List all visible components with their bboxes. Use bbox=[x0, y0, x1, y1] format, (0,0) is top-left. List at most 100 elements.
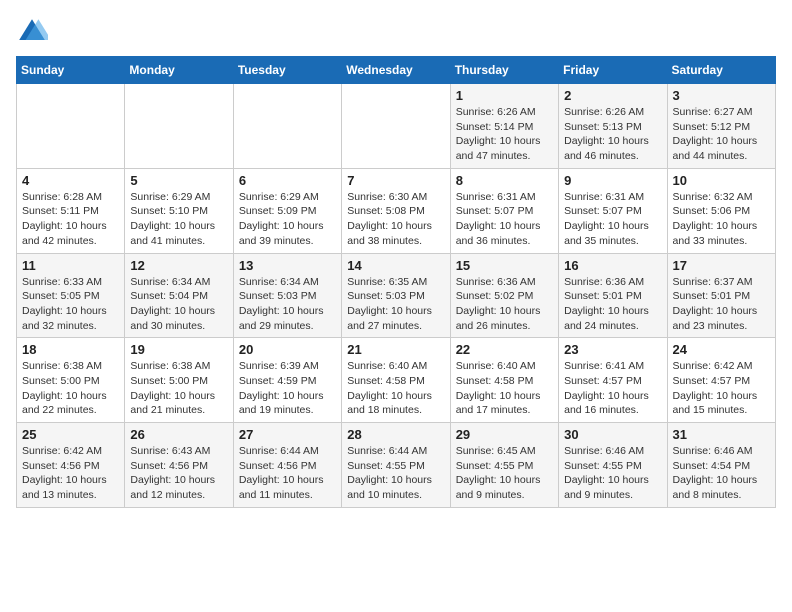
day-info: Sunrise: 6:29 AM Sunset: 5:10 PM Dayligh… bbox=[130, 190, 227, 249]
day-number: 3 bbox=[673, 88, 770, 103]
calendar-cell: 25 Sunrise: 6:42 AM Sunset: 4:56 PM Dayli… bbox=[17, 423, 125, 508]
day-info: Sunrise: 6:42 AM Sunset: 4:56 PM Dayligh… bbox=[22, 444, 119, 503]
day-info: Sunrise: 6:40 AM Sunset: 4:58 PM Dayligh… bbox=[347, 359, 444, 418]
day-info: Sunrise: 6:40 AM Sunset: 4:58 PM Dayligh… bbox=[456, 359, 553, 418]
day-info: Sunrise: 6:46 AM Sunset: 4:54 PM Dayligh… bbox=[673, 444, 770, 503]
day-info: Sunrise: 6:37 AM Sunset: 5:01 PM Dayligh… bbox=[673, 275, 770, 334]
day-number: 9 bbox=[564, 173, 661, 188]
day-info: Sunrise: 6:31 AM Sunset: 5:07 PM Dayligh… bbox=[564, 190, 661, 249]
day-number: 19 bbox=[130, 342, 227, 357]
day-info: Sunrise: 6:26 AM Sunset: 5:14 PM Dayligh… bbox=[456, 105, 553, 164]
day-info: Sunrise: 6:30 AM Sunset: 5:08 PM Dayligh… bbox=[347, 190, 444, 249]
day-number: 22 bbox=[456, 342, 553, 357]
day-info: Sunrise: 6:39 AM Sunset: 4:59 PM Dayligh… bbox=[239, 359, 336, 418]
day-info: Sunrise: 6:35 AM Sunset: 5:03 PM Dayligh… bbox=[347, 275, 444, 334]
day-number: 27 bbox=[239, 427, 336, 442]
calendar-cell: 17 Sunrise: 6:37 AM Sunset: 5:01 PM Dayli… bbox=[667, 253, 775, 338]
day-info: Sunrise: 6:26 AM Sunset: 5:13 PM Dayligh… bbox=[564, 105, 661, 164]
calendar-cell: 28 Sunrise: 6:44 AM Sunset: 4:55 PM Dayli… bbox=[342, 423, 450, 508]
calendar-cell: 27 Sunrise: 6:44 AM Sunset: 4:56 PM Dayli… bbox=[233, 423, 341, 508]
calendar-cell: 1 Sunrise: 6:26 AM Sunset: 5:14 PM Daylig… bbox=[450, 84, 558, 169]
day-info: Sunrise: 6:33 AM Sunset: 5:05 PM Dayligh… bbox=[22, 275, 119, 334]
weekday-header-friday: Friday bbox=[559, 57, 667, 84]
calendar-cell: 22 Sunrise: 6:40 AM Sunset: 4:58 PM Dayli… bbox=[450, 338, 558, 423]
calendar-cell bbox=[125, 84, 233, 169]
weekday-header-monday: Monday bbox=[125, 57, 233, 84]
calendar-cell bbox=[233, 84, 341, 169]
calendar-cell: 29 Sunrise: 6:45 AM Sunset: 4:55 PM Dayli… bbox=[450, 423, 558, 508]
day-info: Sunrise: 6:44 AM Sunset: 4:56 PM Dayligh… bbox=[239, 444, 336, 503]
day-number: 15 bbox=[456, 258, 553, 273]
calendar-cell: 6 Sunrise: 6:29 AM Sunset: 5:09 PM Daylig… bbox=[233, 168, 341, 253]
day-number: 25 bbox=[22, 427, 119, 442]
day-number: 28 bbox=[347, 427, 444, 442]
day-info: Sunrise: 6:38 AM Sunset: 5:00 PM Dayligh… bbox=[130, 359, 227, 418]
day-number: 8 bbox=[456, 173, 553, 188]
day-info: Sunrise: 6:29 AM Sunset: 5:09 PM Dayligh… bbox=[239, 190, 336, 249]
weekday-header-saturday: Saturday bbox=[667, 57, 775, 84]
day-number: 29 bbox=[456, 427, 553, 442]
day-number: 7 bbox=[347, 173, 444, 188]
calendar-cell: 8 Sunrise: 6:31 AM Sunset: 5:07 PM Daylig… bbox=[450, 168, 558, 253]
day-number: 2 bbox=[564, 88, 661, 103]
day-info: Sunrise: 6:27 AM Sunset: 5:12 PM Dayligh… bbox=[673, 105, 770, 164]
day-info: Sunrise: 6:34 AM Sunset: 5:03 PM Dayligh… bbox=[239, 275, 336, 334]
day-info: Sunrise: 6:28 AM Sunset: 5:11 PM Dayligh… bbox=[22, 190, 119, 249]
day-number: 12 bbox=[130, 258, 227, 273]
page-header bbox=[16, 16, 776, 48]
calendar-cell: 5 Sunrise: 6:29 AM Sunset: 5:10 PM Daylig… bbox=[125, 168, 233, 253]
day-number: 1 bbox=[456, 88, 553, 103]
day-number: 11 bbox=[22, 258, 119, 273]
calendar-cell: 26Sunrise: 6:43 AM Sunset: 4:56 PM Dayli… bbox=[125, 423, 233, 508]
calendar-cell: 9 Sunrise: 6:31 AM Sunset: 5:07 PM Daylig… bbox=[559, 168, 667, 253]
weekday-header-tuesday: Tuesday bbox=[233, 57, 341, 84]
day-info: Sunrise: 6:45 AM Sunset: 4:55 PM Dayligh… bbox=[456, 444, 553, 503]
day-info: Sunrise: 6:36 AM Sunset: 5:02 PM Dayligh… bbox=[456, 275, 553, 334]
calendar-cell: 10 Sunrise: 6:32 AM Sunset: 5:06 PM Dayli… bbox=[667, 168, 775, 253]
day-number: 21 bbox=[347, 342, 444, 357]
calendar-cell: 12 Sunrise: 6:34 AM Sunset: 5:04 PM Dayli… bbox=[125, 253, 233, 338]
calendar-cell: 14 Sunrise: 6:35 AM Sunset: 5:03 PM Dayli… bbox=[342, 253, 450, 338]
day-number: 14 bbox=[347, 258, 444, 273]
calendar-cell: 24 Sunrise: 6:42 AM Sunset: 4:57 PM Dayli… bbox=[667, 338, 775, 423]
day-number: 13 bbox=[239, 258, 336, 273]
day-number: 17 bbox=[673, 258, 770, 273]
weekday-header-sunday: Sunday bbox=[17, 57, 125, 84]
logo bbox=[16, 16, 54, 48]
day-number: 10 bbox=[673, 173, 770, 188]
day-number: 18 bbox=[22, 342, 119, 357]
calendar-cell: 2 Sunrise: 6:26 AM Sunset: 5:13 PM Daylig… bbox=[559, 84, 667, 169]
calendar-cell: 13 Sunrise: 6:34 AM Sunset: 5:03 PM Dayli… bbox=[233, 253, 341, 338]
calendar-cell: 31 Sunrise: 6:46 AM Sunset: 4:54 PM Dayli… bbox=[667, 423, 775, 508]
day-info: Sunrise: 6:31 AM Sunset: 5:07 PM Dayligh… bbox=[456, 190, 553, 249]
day-info: Sunrise: 6:42 AM Sunset: 4:57 PM Dayligh… bbox=[673, 359, 770, 418]
calendar-cell bbox=[17, 84, 125, 169]
calendar-table: SundayMondayTuesdayWednesdayThursdayFrid… bbox=[16, 56, 776, 508]
calendar-cell: 19 Sunrise: 6:38 AM Sunset: 5:00 PM Dayli… bbox=[125, 338, 233, 423]
day-info: Sunrise: 6:46 AM Sunset: 4:55 PM Dayligh… bbox=[564, 444, 661, 503]
logo-icon bbox=[16, 16, 48, 48]
day-info: Sunrise: 6:44 AM Sunset: 4:55 PM Dayligh… bbox=[347, 444, 444, 503]
calendar-cell: 15 Sunrise: 6:36 AM Sunset: 5:02 PM Dayli… bbox=[450, 253, 558, 338]
calendar-cell: 18 Sunrise: 6:38 AM Sunset: 5:00 PM Dayli… bbox=[17, 338, 125, 423]
calendar-cell: 30 Sunrise: 6:46 AM Sunset: 4:55 PM Dayli… bbox=[559, 423, 667, 508]
day-info: Sunrise: 6:32 AM Sunset: 5:06 PM Dayligh… bbox=[673, 190, 770, 249]
day-info: Sunrise: 6:38 AM Sunset: 5:00 PM Dayligh… bbox=[22, 359, 119, 418]
day-number: 30 bbox=[564, 427, 661, 442]
calendar-cell: 4Sunrise: 6:28 AM Sunset: 5:11 PM Daylig… bbox=[17, 168, 125, 253]
day-number: 26 bbox=[130, 427, 227, 442]
day-info: Sunrise: 6:41 AM Sunset: 4:57 PM Dayligh… bbox=[564, 359, 661, 418]
day-number: 20 bbox=[239, 342, 336, 357]
weekday-header-wednesday: Wednesday bbox=[342, 57, 450, 84]
day-number: 6 bbox=[239, 173, 336, 188]
day-number: 23 bbox=[564, 342, 661, 357]
calendar-cell: 3 Sunrise: 6:27 AM Sunset: 5:12 PM Daylig… bbox=[667, 84, 775, 169]
day-number: 31 bbox=[673, 427, 770, 442]
day-info: Sunrise: 6:34 AM Sunset: 5:04 PM Dayligh… bbox=[130, 275, 227, 334]
calendar-cell: 11 Sunrise: 6:33 AM Sunset: 5:05 PM Dayli… bbox=[17, 253, 125, 338]
calendar-cell: 21 Sunrise: 6:40 AM Sunset: 4:58 PM Dayli… bbox=[342, 338, 450, 423]
day-number: 5 bbox=[130, 173, 227, 188]
weekday-header-thursday: Thursday bbox=[450, 57, 558, 84]
calendar-cell bbox=[342, 84, 450, 169]
day-number: 24 bbox=[673, 342, 770, 357]
